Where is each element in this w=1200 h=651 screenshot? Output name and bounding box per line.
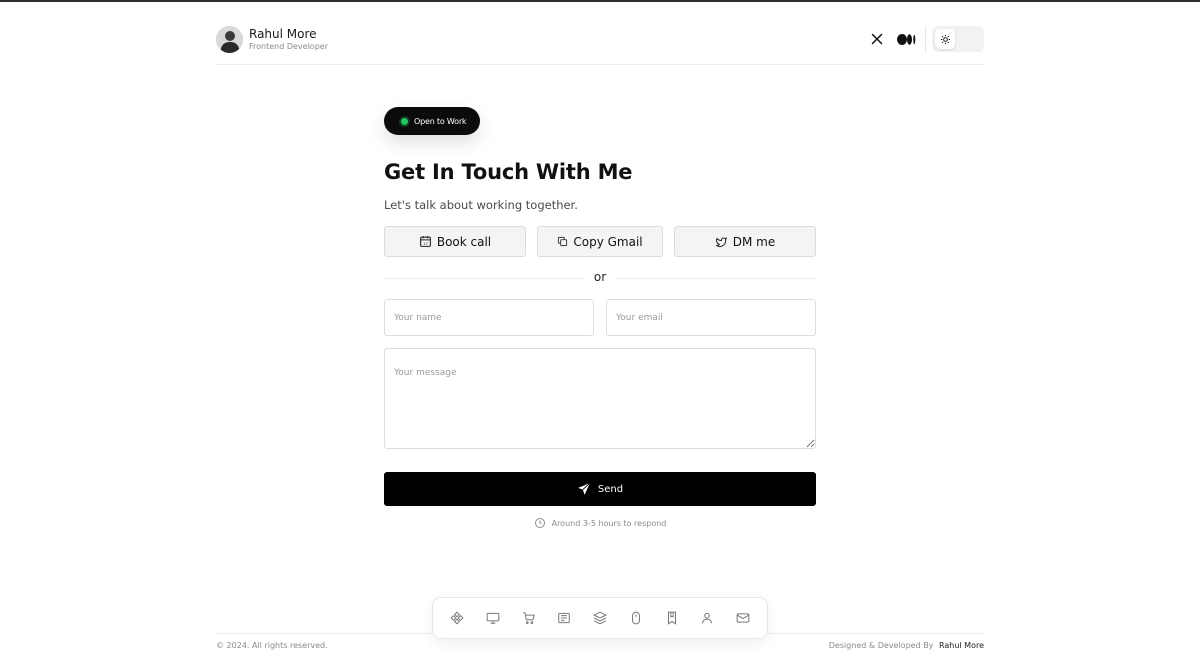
profile[interactable]: Rahul More Frontend Developer [216, 26, 328, 53]
svg-text:17: 17 [423, 241, 428, 246]
profile-name: Rahul More [249, 26, 317, 41]
send-label: Send [597, 483, 624, 495]
or-line-right [616, 278, 816, 279]
avatar [216, 26, 243, 53]
page-subtitle: Let's talk about working together. [384, 198, 578, 212]
cart-icon[interactable] [519, 608, 539, 628]
user-icon[interactable] [697, 608, 717, 628]
header-divider-line [216, 64, 984, 65]
email-input[interactable] [606, 299, 816, 336]
dm-me-button[interactable]: DM me [674, 226, 816, 257]
message-textarea[interactable] [384, 348, 816, 449]
calendar-icon: 17 [419, 235, 432, 248]
response-time-note: Around 3-5 hours to respond [384, 517, 816, 529]
book-call-label: Book call [436, 234, 492, 249]
profile-role: Frontend Developer [249, 41, 328, 51]
x-twitter-icon[interactable] [867, 29, 887, 49]
header-actions [867, 26, 984, 52]
clock-icon [534, 517, 546, 529]
medium-icon[interactable] [895, 29, 917, 49]
credit-text: Designed & Developed By Rahul More [829, 641, 984, 650]
copy-gmail-label: Copy Gmail [573, 234, 643, 249]
monitor-icon[interactable] [483, 608, 503, 628]
mouse-icon[interactable] [626, 608, 646, 628]
book-call-button[interactable]: 17 Book call [384, 226, 526, 257]
top-border [0, 0, 1200, 2]
response-time-text: Around 3-5 hours to respond [551, 518, 667, 528]
badge-label: Open to Work [414, 116, 467, 126]
credit-prefix: Designed & Developed By [828, 641, 934, 650]
send-icon [577, 482, 591, 496]
newspaper-icon[interactable] [554, 608, 574, 628]
theme-toggle[interactable] [932, 26, 984, 52]
bottom-dock-nav [432, 597, 768, 639]
credit-name[interactable]: Rahul More [939, 641, 984, 650]
header-divider [925, 26, 926, 52]
layers-icon[interactable] [590, 608, 610, 628]
or-label: or [593, 270, 607, 284]
bookmark-icon[interactable] [662, 608, 682, 628]
copy-icon [557, 236, 568, 247]
sun-icon [935, 29, 955, 49]
status-dot [401, 117, 408, 125]
twitter-bird-icon [715, 236, 728, 248]
dm-me-label: DM me [732, 234, 776, 249]
send-button[interactable]: Send [384, 472, 816, 506]
mail-icon[interactable] [733, 608, 753, 628]
page-title: Get In Touch With Me [384, 160, 633, 184]
copyright-text: © 2024. All rights reserved. [216, 641, 328, 650]
component-icon[interactable] [447, 608, 467, 628]
site-header: Rahul More Frontend Developer [216, 24, 984, 64]
or-separator: or [384, 270, 816, 286]
name-input[interactable] [384, 299, 594, 336]
copy-gmail-button[interactable]: Copy Gmail [537, 226, 663, 257]
open-to-work-badge: Open to Work [384, 107, 480, 135]
